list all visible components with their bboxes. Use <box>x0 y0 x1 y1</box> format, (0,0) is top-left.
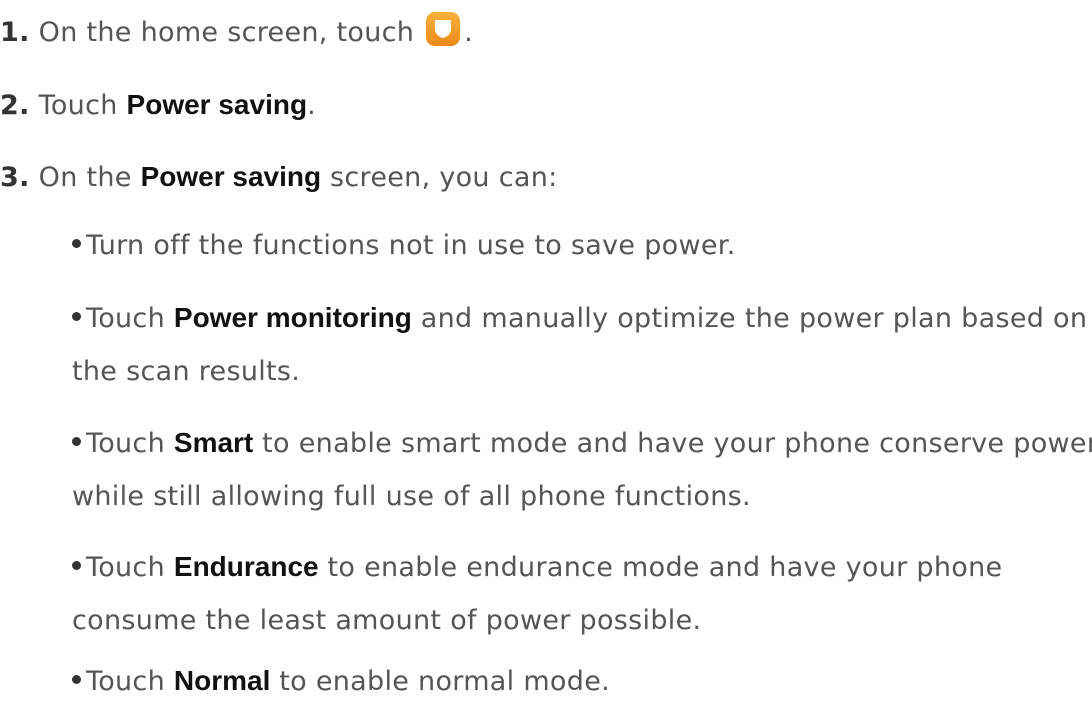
bullet-text: Touch <box>86 552 165 583</box>
bullet-text: consume the least amount of power possib… <box>72 605 702 636</box>
step-number: 2. <box>0 90 30 121</box>
step-text: On the <box>38 162 132 193</box>
step-text-end: . <box>464 17 474 48</box>
bullet-bold-term: Normal <box>173 665 271 696</box>
step-text-end: screen, you can: <box>330 162 558 193</box>
bullet-text-end: to enable normal mode. <box>279 666 610 697</box>
bullet-text: the scan results. <box>72 356 301 387</box>
bullet-text: Touch <box>86 303 165 334</box>
bullet-item: Touch Endurance to enable endurance mode… <box>72 549 1002 586</box>
bullet-icon <box>72 561 81 570</box>
step-text: On the home screen, touch <box>38 17 415 48</box>
bullet-text: while still allowing full use of all pho… <box>72 481 751 512</box>
step-text-end: . <box>307 90 316 121</box>
bullet-continuation: the scan results. <box>72 354 300 390</box>
bullet-continuation: while still allowing full use of all pho… <box>72 479 751 515</box>
bullet-item: Turn off the functions not in use to sav… <box>72 228 736 264</box>
step-number: 3. <box>0 162 30 193</box>
bullet-bold-term: Smart <box>173 427 254 458</box>
step-3: 3. On the Power saving screen, you can: <box>0 159 558 196</box>
bullet-text-end: and manually optimize the power plan bas… <box>420 303 1088 334</box>
bullet-text-end: to enable endurance mode and have your p… <box>327 552 1003 583</box>
step-bold-term: Power saving <box>140 161 322 192</box>
bullet-item: Touch Power monitoring and manually opti… <box>72 300 1087 337</box>
bullet-text: Touch <box>86 428 165 459</box>
phone-manager-shield-icon <box>426 11 461 46</box>
bullet-text: Turn off the functions not in use to sav… <box>86 230 736 261</box>
bullet-continuation: consume the least amount of power possib… <box>72 603 701 639</box>
step-number: 1. <box>0 17 30 48</box>
bullet-bold-term: Endurance <box>173 551 319 582</box>
bullet-bold-term: Power monitoring <box>173 302 412 333</box>
bullet-item: Touch Normal to enable normal mode. <box>72 663 610 700</box>
bullet-text-end: to enable smart mode and have your phone… <box>262 428 1092 459</box>
step-text: Touch <box>38 90 118 121</box>
bullet-icon <box>72 437 81 446</box>
bullet-icon <box>72 675 81 684</box>
bullet-icon <box>72 239 81 248</box>
bullet-item: Touch Smart to enable smart mode and hav… <box>72 425 1092 462</box>
step-bold-term: Power saving <box>126 89 308 120</box>
bullet-icon <box>72 312 81 321</box>
bullet-text: Touch <box>86 666 165 697</box>
step-2: 2. Touch Power saving. <box>0 87 316 124</box>
step-1: 1. On the home screen, touch. <box>0 11 474 51</box>
